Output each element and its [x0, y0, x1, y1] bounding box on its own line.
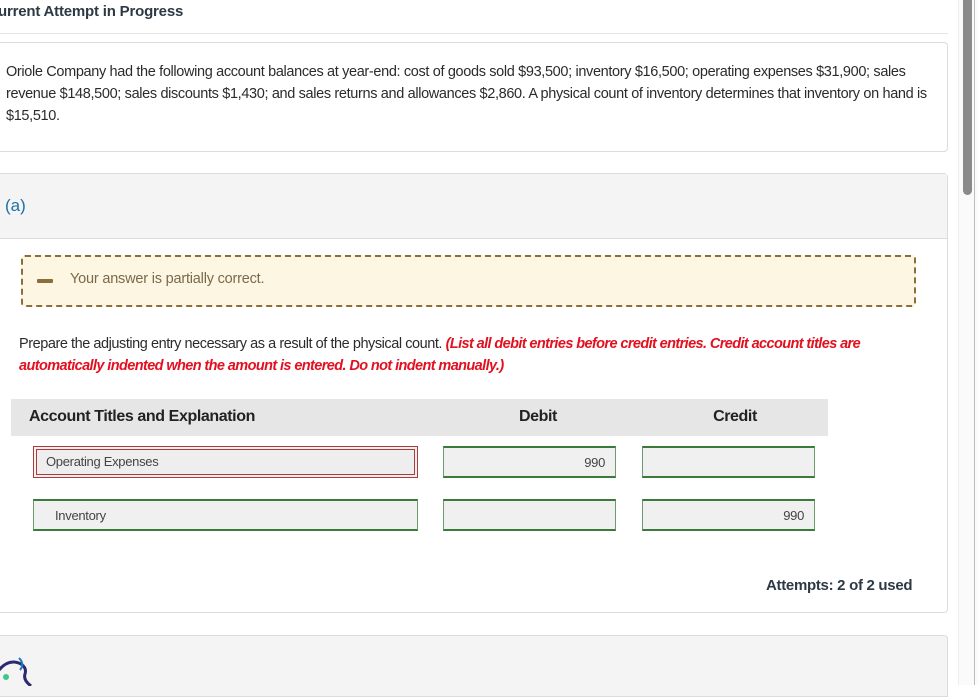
credit-input-row-1[interactable] — [642, 446, 815, 478]
account-title-value: Inventory — [55, 508, 106, 523]
mascot-icon — [0, 657, 32, 686]
header-credit: Credit — [713, 408, 757, 425]
attempts-counter: Attempts: 2 of 2 used — [766, 577, 913, 594]
debit-input-row-2[interactable] — [443, 499, 616, 531]
credit-input-row-2[interactable]: 990 — [642, 499, 815, 531]
account-title-input-row-2[interactable]: Inventory — [33, 499, 418, 531]
scrollbar-thumb[interactable] — [963, 0, 972, 195]
journal-table-header: Account Titles and Explanation Debit Cre… — [11, 399, 828, 436]
account-title-input-row-1[interactable]: Operating Expenses — [33, 446, 418, 478]
part-label: (a) — [5, 196, 26, 215]
next-part-card — [0, 635, 948, 697]
question-card: Oriole Company had the following account… — [0, 42, 948, 152]
question-text: Oriole Company had the following account… — [6, 64, 927, 124]
feedback-text: Your answer is partially correct. — [70, 271, 265, 287]
instructions-main: Prepare the adjusting entry necessary as… — [19, 336, 446, 352]
feedback-box: Your answer is partially correct. — [21, 255, 916, 307]
header-account: Account Titles and Explanation — [29, 408, 255, 425]
part-a-card: (a) Your answer is partially correct. Pr… — [0, 173, 948, 613]
credit-value: 990 — [783, 508, 804, 523]
debit-input-row-1[interactable]: 990 — [443, 446, 616, 478]
instructions: Prepare the adjusting entry necessary as… — [19, 333, 924, 377]
minus-icon — [37, 279, 53, 283]
account-title-value: Operating Expenses — [46, 454, 159, 469]
scrollbar-border — [974, 0, 975, 685]
part-header: (a) — [0, 174, 947, 239]
header-debit: Debit — [518, 408, 557, 425]
page-title: urrent Attempt in Progress — [0, 3, 184, 20]
debit-value: 990 — [584, 455, 605, 470]
divider — [0, 33, 948, 34]
